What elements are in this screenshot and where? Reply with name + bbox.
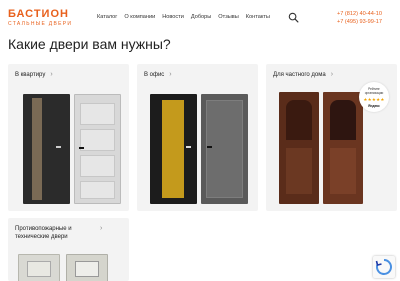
nav-item-trims[interactable]: Доборы bbox=[191, 14, 211, 20]
phone-link-msk[interactable]: +7 (495) 93-99-17 bbox=[337, 18, 382, 26]
recaptcha-icon[interactable] bbox=[373, 256, 395, 278]
chevron-right-icon: › bbox=[100, 225, 103, 232]
logo-wordmark: БАСТИОН bbox=[8, 8, 69, 20]
category-card-office[interactable]: В офис › bbox=[137, 64, 258, 211]
chevron-right-icon: › bbox=[330, 71, 334, 78]
door-image-classic-right bbox=[323, 92, 363, 204]
card-label-row: Противопожарные и технические двери › bbox=[15, 225, 102, 241]
nav-item-catalog[interactable]: Каталог bbox=[97, 14, 117, 20]
category-card-apartment[interactable]: В квартиру › bbox=[8, 64, 129, 211]
door-image-grey bbox=[201, 94, 248, 204]
card-label-row: Для частного дома › bbox=[273, 71, 333, 79]
door-image-technical-right bbox=[66, 254, 108, 281]
nav-item-news[interactable]: Новости bbox=[162, 14, 184, 20]
card-title: В квартиру bbox=[15, 72, 46, 78]
logo[interactable]: БАСТИОН СТАЛЬНЫЕ ДВЕРИ bbox=[8, 8, 78, 28]
rating-label: Рейтинг организации bbox=[359, 87, 389, 96]
page-title: Какие двери вам нужны? bbox=[8, 36, 171, 52]
search-icon[interactable] bbox=[288, 12, 299, 23]
nav-item-reviews[interactable]: Отзывы bbox=[218, 14, 239, 20]
recaptcha-logo bbox=[375, 259, 392, 275]
card-title: Противопожарные и технические двери bbox=[15, 226, 72, 240]
site-header: БАСТИОН СТАЛЬНЫЕ ДВЕРИ Каталог О компани… bbox=[0, 0, 400, 34]
nav-item-about[interactable]: О компании bbox=[124, 14, 155, 20]
door-image-light bbox=[74, 94, 121, 204]
category-card-fire-technical[interactable]: Противопожарные и технические двери › bbox=[8, 218, 129, 281]
rating-stars: ★★★★★ bbox=[363, 96, 385, 102]
logo-subtitle: СТАЛЬНЫЕ ДВЕРИ bbox=[8, 21, 73, 27]
chevron-right-icon: › bbox=[50, 71, 53, 78]
card-title: Для частного дома bbox=[273, 72, 326, 78]
nav-item-contacts[interactable]: Контакты bbox=[246, 14, 270, 20]
card-label-row: В квартиру › bbox=[15, 71, 53, 79]
card-label-row: В офис › bbox=[144, 71, 172, 79]
rating-label-line2: организации bbox=[364, 90, 384, 95]
phone-numbers: +7 (812) 40-44-10 +7 (495) 93-99-17 bbox=[337, 10, 382, 26]
door-image-technical-left bbox=[18, 254, 60, 281]
door-image-gold bbox=[150, 94, 197, 204]
yandex-rating-badge[interactable]: Рейтинг организации ★★★★★ Яндекс bbox=[359, 82, 389, 112]
category-card-house[interactable]: Для частного дома › Рейтинг организации … bbox=[266, 64, 397, 211]
main-nav: Каталог О компании Новости Доборы Отзывы… bbox=[97, 14, 270, 20]
phone-link-spb[interactable]: +7 (812) 40-44-10 bbox=[337, 10, 382, 18]
card-title: В офис bbox=[144, 72, 165, 78]
rating-brand: Яндекс bbox=[368, 103, 380, 108]
door-image-dark bbox=[23, 94, 70, 204]
door-image-classic-left bbox=[279, 92, 319, 204]
chevron-right-icon: › bbox=[169, 71, 172, 78]
